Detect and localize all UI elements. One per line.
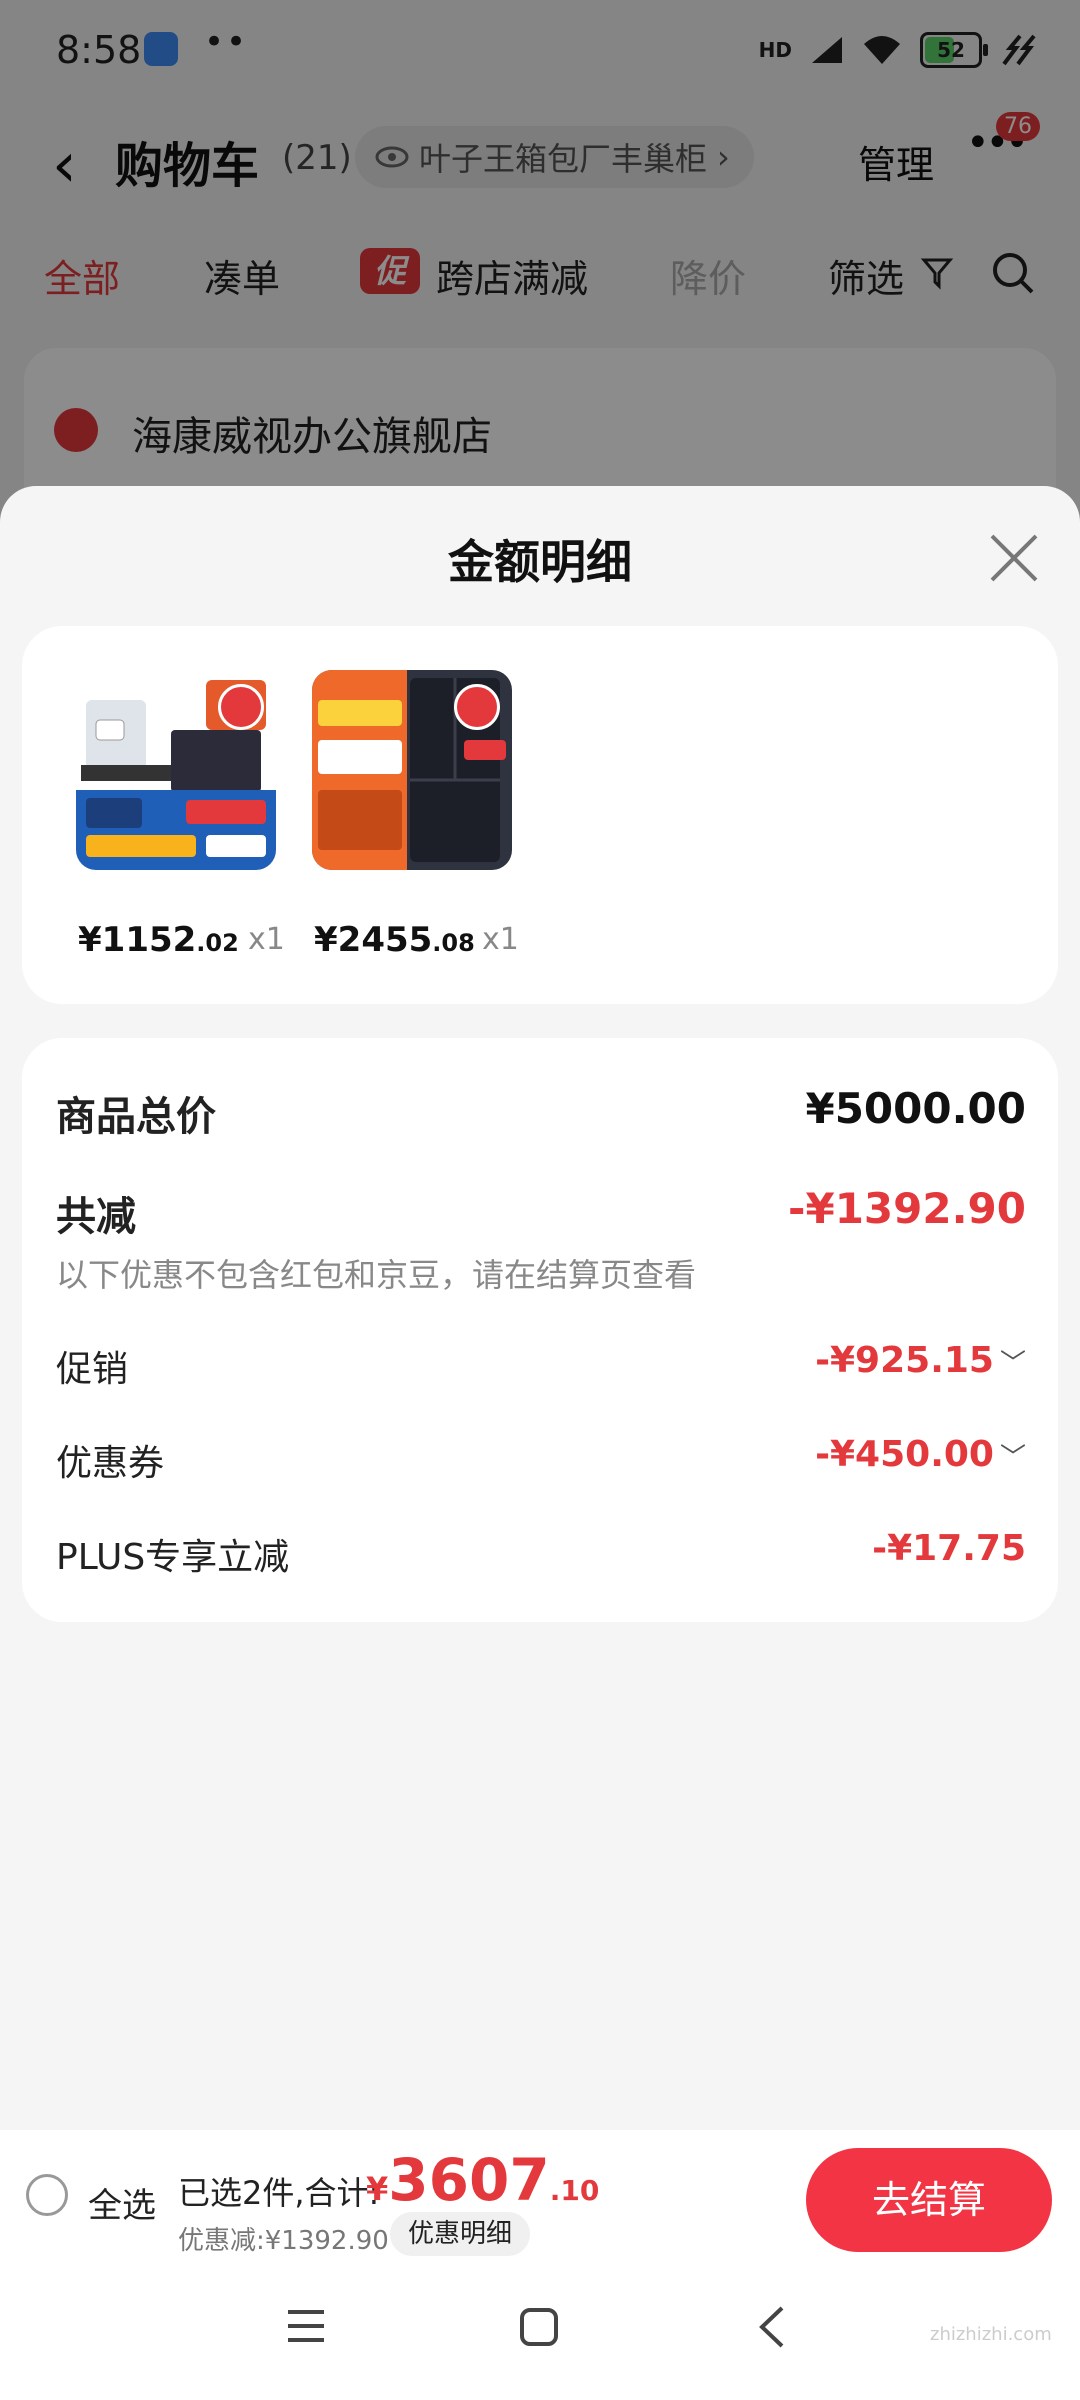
product-thumbnail-fridge[interactable] <box>312 670 512 870</box>
select-all-checkbox[interactable] <box>26 2174 68 2216</box>
system-nav-bar <box>0 2266 1080 2400</box>
back-icon[interactable] <box>756 2304 786 2350</box>
total-price-label: 商品总价 <box>56 1094 216 1140</box>
product-qty: x1 <box>482 922 519 957</box>
selected-summary: 已选2件,合计: <box>178 2174 380 2212</box>
product-qty: x1 <box>248 922 285 957</box>
chevron-down-icon: ﹀ <box>999 1349 1026 1379</box>
product-price: ¥2455.08 <box>314 920 475 960</box>
checkout-button[interactable]: 去结算 <box>806 2148 1052 2252</box>
product-list: ¥1152.02 x1 ¥2455.08 x1 <box>22 626 1058 1004</box>
checkout-bar: 全选 已选2件,合计: ¥3607.10 优惠减:¥1392.90 优惠明细 去… <box>0 2130 1080 2266</box>
reduced-label: 共减 <box>56 1194 136 1240</box>
menu-icon[interactable] <box>284 2306 328 2346</box>
sheet-title: 金额明细 <box>448 535 632 589</box>
select-all-label[interactable]: 全选 <box>88 2178 156 2227</box>
amount-detail-sheet: 金额明细 ¥1152.02 x1 ¥2455.08 x1 商品总价 ¥5000.… <box>0 486 1080 2130</box>
product-check-icon[interactable] <box>218 684 264 730</box>
product-thumbnail-camera[interactable] <box>76 670 276 870</box>
total-price-value: ¥5000.00 <box>805 1084 1026 1133</box>
discount-summary: 优惠减:¥1392.90 <box>178 2226 389 2256</box>
plus-value: -¥17.75 <box>872 1528 1026 1569</box>
product-check-icon[interactable] <box>454 684 500 730</box>
coupon-label: 优惠券 <box>56 1443 165 1484</box>
price-summary: 商品总价 ¥5000.00 共减 -¥1392.90 以下优惠不包含红包和京豆，… <box>22 1038 1058 1622</box>
promo-label: 促销 <box>56 1349 129 1390</box>
chevron-down-icon: ﹀ <box>999 1443 1026 1473</box>
coupon-value: -¥450.00 ﹀ <box>815 1434 1026 1475</box>
home-icon[interactable] <box>518 2306 560 2348</box>
reduced-value: -¥1392.90 <box>788 1184 1026 1233</box>
discount-detail-button[interactable]: 优惠明细 <box>390 2212 531 2256</box>
promo-value: -¥925.15 ﹀ <box>815 1340 1026 1381</box>
watermark: zhizhizhi.com <box>930 2324 1052 2345</box>
total-amount: ¥3607.10 <box>366 2146 600 2214</box>
product-price: ¥1152.02 <box>78 920 239 960</box>
discount-note: 以下优惠不包含红包和京豆，请在结算页查看 <box>56 1256 697 1294</box>
close-icon[interactable] <box>986 530 1042 586</box>
plus-label: PLUS专享立减 <box>56 1537 290 1578</box>
